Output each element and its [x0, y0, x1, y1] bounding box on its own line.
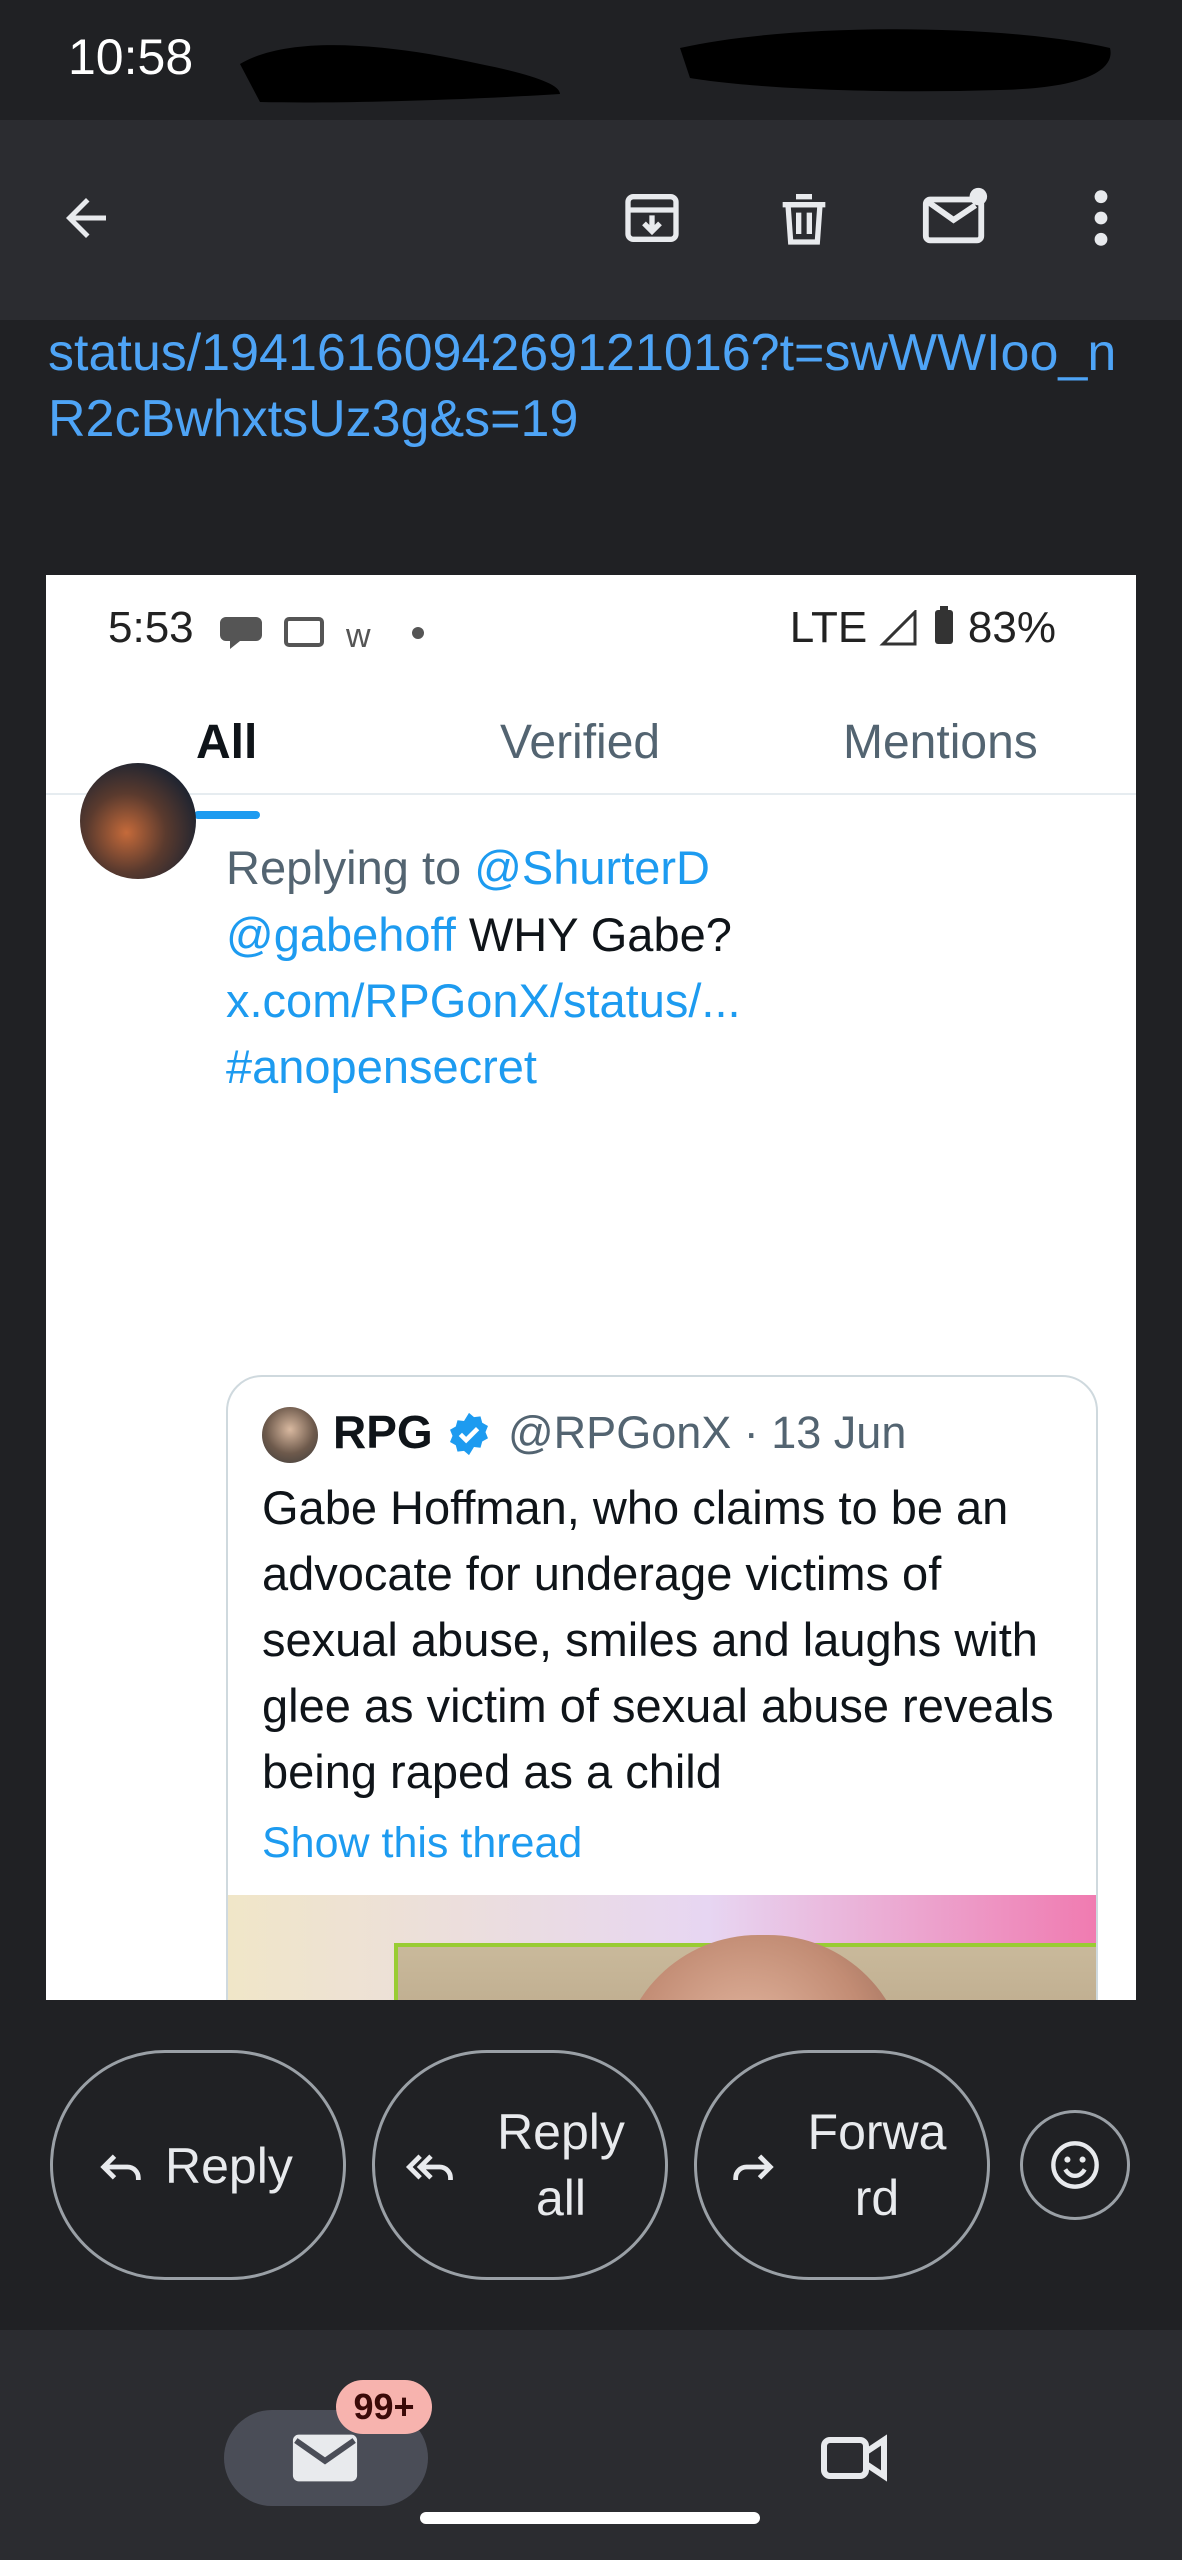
svg-text:w: w — [345, 617, 371, 655]
tab-verified: Verified — [500, 716, 661, 769]
replying-to: Replying to @ShurterD — [226, 840, 710, 895]
reply-body: WHY Gabe? — [455, 908, 732, 961]
mark-unread-icon[interactable] — [920, 182, 990, 252]
forward-button[interactable]: Forward — [694, 2050, 990, 2280]
more-vert-icon[interactable] — [1076, 186, 1126, 250]
mention-link: @gabehoff — [226, 908, 456, 961]
network-label: LTE — [789, 603, 868, 652]
reply-all-button[interactable]: Reply all — [372, 2050, 668, 2280]
verified-badge-icon — [446, 1411, 492, 1457]
replying-handle: @ShurterD — [474, 841, 710, 894]
reply-all-icon — [405, 2141, 457, 2193]
unread-badge: 99+ — [336, 2380, 432, 2434]
notification-icons: w — [218, 607, 448, 662]
screenshot-signal: LTE 83% — [790, 603, 1056, 653]
add-reaction-button[interactable] — [1020, 2110, 1130, 2220]
battery-label: 83% — [967, 603, 1056, 652]
bottom-nav: 99+ — [0, 2330, 1182, 2560]
arrow-left-icon[interactable] — [56, 188, 116, 248]
screenshot-time: 5:53 — [108, 603, 194, 652]
tab-indicator — [194, 811, 260, 819]
email-link[interactable]: status/1941616094269121016?t=swWWIoo_nR2… — [48, 320, 1148, 452]
redaction-mark — [680, 29, 1111, 92]
redaction-mark — [240, 45, 560, 103]
reply-all-label: Reply all — [497, 2104, 625, 2226]
reply-button[interactable]: Reply — [50, 2050, 346, 2280]
reply-icon — [95, 2141, 147, 2193]
tab-all: All — [196, 716, 258, 769]
screenshot-status-bar: 5:53 w LTE 83% — [46, 575, 1136, 685]
archive-icon[interactable] — [620, 186, 684, 250]
smiley-icon — [1049, 2139, 1101, 2191]
status-time: 10:58 — [68, 29, 194, 85]
status-bar: 10:58 — [0, 0, 1182, 120]
tweet-link: x.com/RPGonX/status/... — [226, 974, 741, 1027]
forward-icon — [727, 2141, 779, 2193]
meet-video-icon[interactable] — [818, 2422, 890, 2494]
reply-text: @gabehoff WHY Gabe? — [226, 907, 732, 962]
quoted-tweet: RPG @RPGonX · 13 Jun Gabe Hoffman, who c… — [226, 1375, 1098, 2000]
quoted-name: RPG — [333, 1406, 433, 1458]
reply-label: Reply — [165, 2138, 293, 2194]
avatar — [80, 763, 196, 879]
message-actions: Reply Reply all Forward — [0, 2010, 1182, 2330]
video-thumbnail — [228, 1895, 1096, 2000]
tweet-screenshot-image: 5:53 w LTE 83% All Verified Mentions Rep… — [46, 575, 1136, 2000]
forward-label: Forward — [807, 2104, 947, 2226]
replying-prefix: Replying to — [226, 841, 475, 894]
email-body: status/1941616094269121016?t=swWWIoo_nR2… — [0, 320, 1182, 2010]
home-indicator[interactable] — [420, 2512, 760, 2524]
avatar — [262, 1407, 318, 1463]
mail-icon — [290, 2428, 360, 2488]
quoted-handle: @RPGonX · 13 Jun — [508, 1407, 907, 1458]
hashtag: #anopensecret — [226, 1040, 537, 1093]
delete-icon[interactable] — [772, 186, 836, 250]
show-thread-link: Show this thread — [262, 1819, 583, 1867]
notification-tabs: All Verified Mentions — [46, 685, 1136, 795]
tab-mentions: Mentions — [843, 716, 1038, 769]
quoted-text: Gabe Hoffman, who claims to be an advoca… — [262, 1481, 1054, 1798]
app-bar — [0, 120, 1182, 320]
